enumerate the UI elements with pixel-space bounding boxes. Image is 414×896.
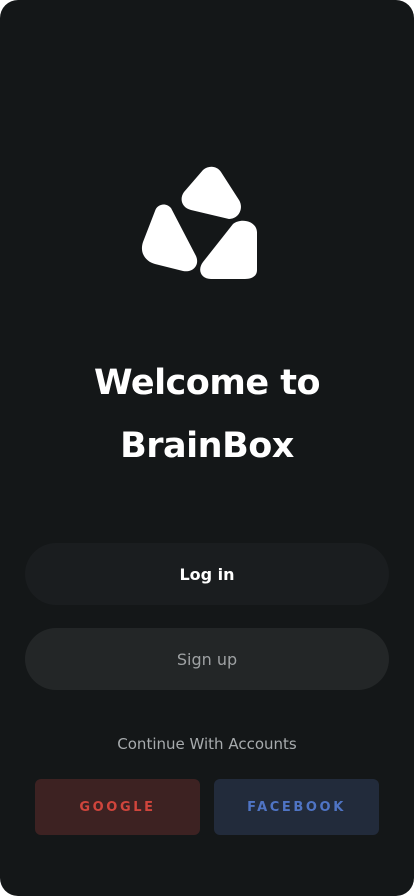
login-button[interactable]: Log in <box>25 543 389 605</box>
google-login-button[interactable]: GOOGLE <box>35 779 200 835</box>
welcome-title: Welcome to BrainBox <box>0 352 414 478</box>
continue-with-accounts-text: Continue With Accounts <box>117 735 297 753</box>
signup-button[interactable]: Sign up <box>25 628 389 690</box>
welcome-title-line2: BrainBox <box>120 426 294 466</box>
welcome-title-line1: Welcome to <box>93 363 321 403</box>
welcome-screen: Welcome to BrainBox Log in Sign up Conti… <box>0 0 414 896</box>
facebook-login-button[interactable]: FACEBOOK <box>214 779 379 835</box>
brainbox-logo-icon <box>141 166 259 280</box>
